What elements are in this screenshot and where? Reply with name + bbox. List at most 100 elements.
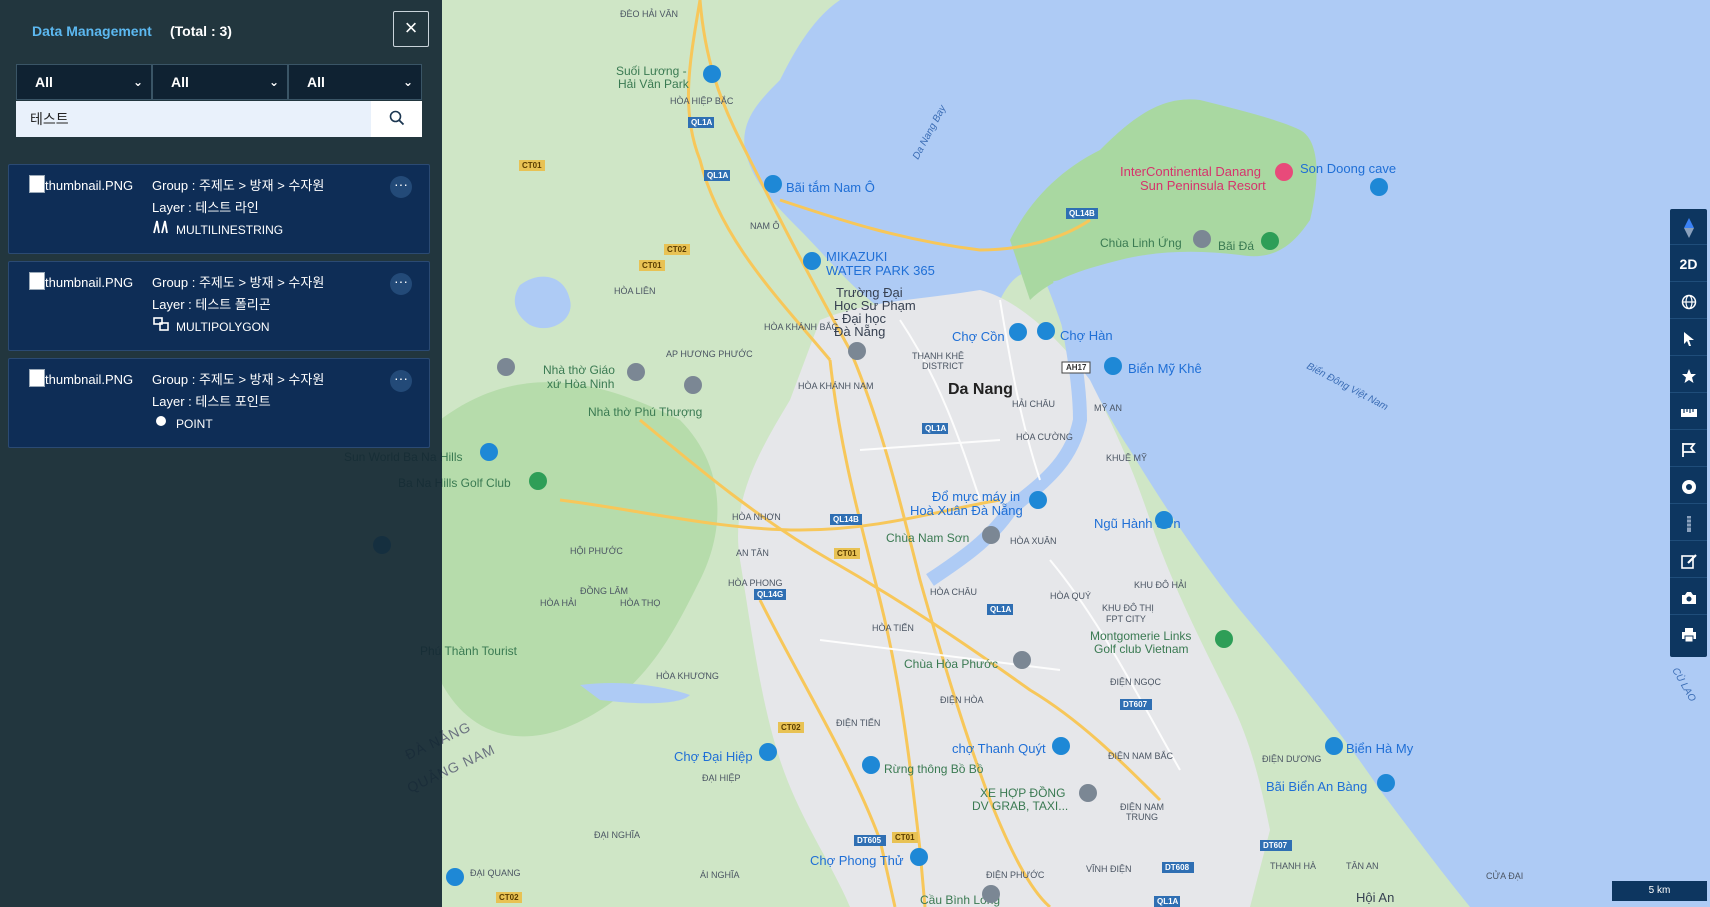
label-my-an: MỸ AN (1094, 403, 1122, 413)
label-thanh-khe: THANH KHÊ (912, 351, 964, 361)
label-intercontinental1: InterContinental Danang (1120, 164, 1261, 179)
poi-camera-icon[interactable] (703, 65, 721, 83)
poi-pin-icon[interactable] (497, 358, 515, 376)
poi-park-icon[interactable] (1261, 232, 1279, 250)
search-icon (389, 110, 404, 125)
poi-golf-icon[interactable] (1215, 630, 1233, 648)
2d-toggle-button[interactable]: 2D (1670, 246, 1707, 282)
shield-ct02-2: CT02 (781, 723, 801, 732)
poi-camera-icon[interactable] (764, 175, 782, 193)
label-thanh-ha: THANH HÀ (1270, 861, 1316, 871)
panel-title: Data Management (32, 23, 152, 39)
poi-church-icon[interactable] (684, 376, 702, 394)
shield-ql14b-2: QL14B (833, 515, 859, 524)
thumbnail-image: thumbnail.PNG (29, 272, 144, 292)
shield-ct01-3: CT01 (837, 549, 857, 558)
card-geometry-type-label: MULTIPOLYGON (176, 320, 270, 334)
label-dien-nam-trung2: TRUNG (1126, 812, 1158, 822)
poi-market-icon[interactable] (759, 743, 777, 761)
poi-market-icon[interactable] (1037, 322, 1055, 340)
screenshot-button[interactable] (1670, 579, 1707, 615)
pointer-button[interactable] (1670, 320, 1707, 356)
card-geometry-type: MULTILINESTRING (152, 220, 283, 237)
card-geometry-type-label: MULTILINESTRING (176, 223, 284, 237)
poi-shop-icon[interactable] (1029, 491, 1047, 509)
favorite-button[interactable] (1670, 357, 1707, 393)
poi-school-icon[interactable] (848, 342, 866, 360)
label-dien-duong: ĐIỆN DƯƠNG (1262, 754, 1321, 764)
poi-temple-icon[interactable] (1013, 651, 1031, 669)
measure-button[interactable] (1670, 394, 1707, 430)
label-chua-nam-son: Chùa Nam Sơn (886, 531, 969, 545)
compass-button[interactable] (1670, 209, 1707, 245)
label-xe-hop-dong2: DV GRAB, TAXI... (972, 799, 1068, 813)
shield-dt607-2: DT607 (1263, 841, 1288, 850)
label-dien-nam-bac: ĐIỆN NAM BẮC (1108, 751, 1174, 761)
label-suoi-luong: Suối Lương - (616, 64, 687, 78)
label-hoa-hai: HÒA HẢI (540, 597, 577, 608)
poi-market-icon[interactable] (910, 848, 928, 866)
print-button[interactable] (1670, 616, 1707, 652)
label-cho-dai-hiep: Chợ Đại Hiệp (674, 749, 753, 764)
label-hoa-quy: HÒA QUÝ (1050, 591, 1091, 601)
flag-button[interactable] (1670, 431, 1707, 467)
label-hoa-tien: HÒA TIẾN (872, 623, 914, 633)
poi-church-icon[interactable] (627, 363, 645, 381)
search-button[interactable] (371, 101, 422, 137)
poi-camera-icon[interactable] (1104, 357, 1122, 375)
globe-button[interactable] (1670, 283, 1707, 319)
label-hoa-cuong: HÒA CƯỜNG (1016, 432, 1073, 442)
chevron-down-icon: ⌄ (402, 75, 413, 89)
filter-select-3[interactable]: All ⌄ (288, 64, 422, 100)
poi-camera-icon[interactable] (1155, 511, 1173, 529)
poi-camera-icon[interactable] (862, 756, 880, 774)
close-button[interactable]: × (393, 11, 429, 47)
panel-header: Data Management (Total : 3) × (0, 0, 442, 56)
shield-ah17: AH17 (1066, 363, 1087, 372)
poi-temple-icon[interactable] (982, 526, 1000, 544)
poi-camera-icon[interactable] (803, 252, 821, 270)
label-dien-ngoc: ĐIỆN NGỌC (1110, 677, 1162, 687)
label-tan-an: TÂN AN (1346, 861, 1379, 871)
poi-camera-icon[interactable] (1377, 774, 1395, 792)
data-card[interactable]: thumbnail.PNG Group : 주제도 > 방재 > 수자원 Lay… (8, 358, 430, 448)
label-cho-con: Chợ Cồn (952, 329, 1005, 344)
label-bai-bien-an-bang: Bãi Biển An Bàng (1266, 779, 1367, 794)
card-layer-text: Layer : 테스트 폴리곤 (152, 297, 271, 312)
poi-market-icon[interactable] (1052, 737, 1070, 755)
shield-ct01-4: CT01 (895, 833, 915, 842)
data-management-panel: Data Management (Total : 3) × All ⌄ All … (0, 0, 442, 907)
more-options-button[interactable]: ··· (390, 370, 412, 392)
filter-select-2[interactable]: All ⌄ (152, 64, 288, 100)
shield-ql14g: QL14G (757, 590, 783, 599)
slider-button[interactable] (1670, 505, 1707, 541)
label-vinh-dien: VĨNH ĐIỆN (1086, 864, 1132, 874)
more-options-button[interactable]: ··· (390, 176, 412, 198)
label-ai-nghia: ÁI NGHĨA (700, 870, 740, 880)
target-button[interactable] (1670, 468, 1707, 504)
label-an-tan: AN TÂN (736, 548, 769, 558)
poi-taxi-icon[interactable] (1079, 784, 1097, 802)
scale-bar-label: 5 km (1648, 885, 1671, 896)
filter-select-1[interactable]: All ⌄ (16, 64, 152, 100)
card-group-text: Group : 주제도 > 방재 > 수자원 (152, 372, 325, 387)
data-card[interactable]: thumbnail.PNG Group : 주제도 > 방재 > 수자원 Lay… (8, 261, 430, 351)
label-hai-chau: HẢI CHÂU (1012, 398, 1055, 409)
poi-camera-icon[interactable] (1325, 737, 1343, 755)
poi-resort-icon[interactable] (1275, 163, 1293, 181)
poi-camera-icon[interactable] (446, 868, 464, 886)
poi-golf-icon[interactable] (529, 472, 547, 490)
poi-market-icon[interactable] (1009, 323, 1027, 341)
poi-temple-icon[interactable] (982, 885, 1000, 903)
label-dien-phuoc: ĐIỆN PHƯỚC (986, 870, 1045, 880)
edit-button[interactable] (1670, 542, 1707, 578)
data-card[interactable]: thumbnail.PNG Group : 주제도 > 방재 > 수자원 Lay… (8, 164, 430, 254)
poi-camera-icon[interactable] (1370, 178, 1388, 196)
edit-icon (1680, 554, 1697, 570)
poi-temple-icon[interactable] (1193, 230, 1211, 248)
poi-camera-icon[interactable] (480, 443, 498, 461)
label-bien-my-khe: Biển Mỹ Khê (1128, 361, 1202, 376)
label-khu-do-hai: KHU ĐÔ HẢI (1134, 579, 1187, 590)
more-options-button[interactable]: ··· (390, 273, 412, 295)
search-input[interactable] (16, 101, 371, 137)
